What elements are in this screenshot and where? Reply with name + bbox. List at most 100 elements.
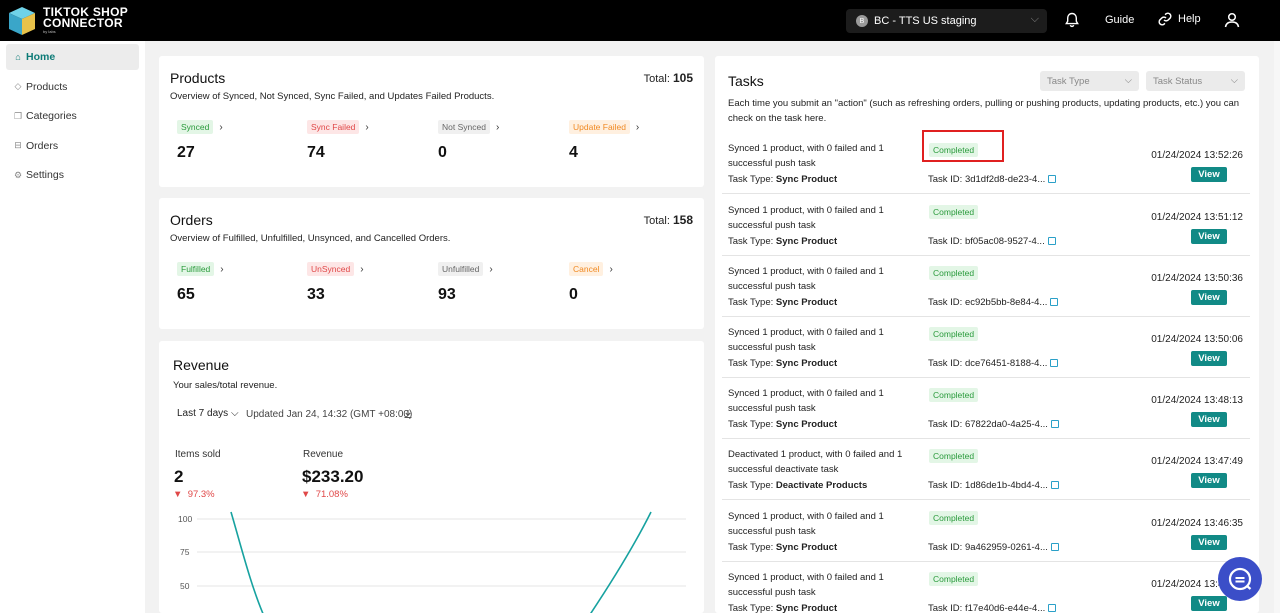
status-badge: Synced bbox=[177, 120, 214, 134]
chevron-down-icon: ⌵ bbox=[1030, 13, 1039, 25]
task-id: Task ID: bf05ac08-9527-4... bbox=[928, 236, 1056, 247]
task-date: 01/24/2024 13:50:36 bbox=[1151, 273, 1243, 284]
date-range-select[interactable]: Last 7 days ⌵ bbox=[177, 408, 239, 419]
task-status-filter[interactable]: Task Status ⌵ bbox=[1146, 71, 1245, 91]
task-desc: Synced 1 product, with 0 failed and 1 su… bbox=[728, 266, 884, 292]
copy-icon[interactable] bbox=[1050, 481, 1059, 489]
sidebar-item-categories[interactable]: ❐ Categories bbox=[6, 103, 139, 129]
task-row: Synced 1 product, with 0 failed and 1 su… bbox=[722, 501, 1250, 562]
task-desc: Synced 1 product, with 0 failed and 1 su… bbox=[728, 388, 884, 414]
help-label: Help bbox=[1178, 13, 1201, 25]
chevron-down-icon: ⌵ bbox=[1230, 75, 1238, 86]
stat-value: 74 bbox=[307, 144, 325, 161]
revenue-chart: 100 75 50 bbox=[178, 511, 686, 613]
brand-line2: CONNECTOR bbox=[43, 15, 123, 30]
stat-value: 4 bbox=[569, 144, 578, 161]
status-badge: Completed bbox=[929, 205, 979, 219]
status-badge: Not Synced bbox=[438, 120, 490, 134]
y-tick: 50 bbox=[180, 581, 190, 591]
copy-icon[interactable] bbox=[1048, 604, 1057, 612]
task-date: 01/24/2024 13:50:06 bbox=[1151, 334, 1243, 345]
stat-fulfilled[interactable]: Fulfilled › 65 bbox=[177, 261, 224, 304]
view-button[interactable]: View bbox=[1191, 473, 1227, 488]
task-desc: Synced 1 product, with 0 failed and 1 su… bbox=[728, 511, 884, 537]
view-button[interactable]: View bbox=[1191, 351, 1227, 366]
stat-update-failed[interactable]: Update Failed › 4 bbox=[569, 119, 639, 162]
revenue-line bbox=[230, 511, 264, 613]
sidebar-item-products[interactable]: ◇ Products bbox=[6, 74, 139, 100]
stat-unsynced[interactable]: UnSynced › 33 bbox=[307, 261, 364, 304]
task-row: Synced 1 product, with 0 failed and 1 su… bbox=[722, 256, 1250, 317]
revenue-change: ▼ 71.08% bbox=[301, 489, 348, 500]
stat-unfulfilled[interactable]: Unfulfilled › 93 bbox=[438, 261, 493, 304]
status-badge: Completed bbox=[929, 327, 979, 341]
task-id: Task ID: f17e40d6-e44e-4... bbox=[928, 603, 1057, 613]
view-button[interactable]: View bbox=[1191, 167, 1227, 182]
revenue-title: Revenue bbox=[173, 357, 230, 373]
tasks-desc: Each time you submit an "action" (such a… bbox=[728, 98, 1240, 124]
task-type: Task Type: Sync Product bbox=[728, 603, 838, 613]
view-button[interactable]: View bbox=[1191, 412, 1227, 427]
bell-icon[interactable] bbox=[1064, 12, 1080, 28]
task-id: Task ID: 67822da0-4a25-4... bbox=[928, 419, 1059, 430]
sidebar-item-settings[interactable]: ⚙ Settings bbox=[6, 162, 139, 188]
help-link[interactable]: Help bbox=[1158, 12, 1201, 26]
sidebar-item-orders[interactable]: ⊟ Orders bbox=[6, 133, 139, 159]
copy-icon[interactable] bbox=[1050, 359, 1059, 367]
sidebar-item-home[interactable]: ⌂ Home bbox=[6, 44, 139, 70]
task-desc: Synced 1 product, with 0 failed and 1 su… bbox=[728, 572, 884, 598]
user-icon[interactable] bbox=[1224, 12, 1240, 31]
download-icon[interactable] bbox=[403, 408, 413, 422]
view-button[interactable]: View bbox=[1191, 290, 1227, 305]
brand-logo[interactable]: TIKTOK SHOP CONNECTOR by labs bbox=[5, 5, 128, 37]
status-badge: Completed bbox=[929, 449, 979, 463]
sidebar-item-label: Categories bbox=[26, 110, 77, 122]
task-date: 01/24/2024 13:46:35 bbox=[1151, 518, 1243, 529]
task-row: Synced 1 product, with 0 failed and 1 su… bbox=[722, 195, 1250, 256]
chevron-right-icon: › bbox=[219, 122, 223, 133]
stat-value: 33 bbox=[307, 286, 325, 303]
stat-sync-failed[interactable]: Sync Failed › 74 bbox=[307, 119, 369, 162]
products-card: Products Total: 105 Overview of Synced, … bbox=[159, 56, 704, 187]
logo-mark-icon bbox=[5, 5, 39, 37]
chat-icon bbox=[1228, 567, 1252, 591]
view-button[interactable]: View bbox=[1191, 535, 1227, 550]
task-row: Synced 1 product, with 0 failed and 1 su… bbox=[722, 562, 1250, 613]
task-date: 01/24/2024 13:48:13 bbox=[1151, 395, 1243, 406]
view-button[interactable]: View bbox=[1191, 229, 1227, 244]
task-row: Deactivated 1 product, with 0 failed and… bbox=[722, 439, 1250, 500]
highlight-box bbox=[922, 130, 1004, 162]
down-triangle-icon: ▼ bbox=[173, 489, 183, 500]
gear-icon: ⚙ bbox=[13, 169, 23, 180]
copy-icon[interactable] bbox=[1047, 237, 1056, 245]
stat-cancel[interactable]: Cancel › 0 bbox=[569, 261, 613, 304]
sidebar-item-label: Products bbox=[26, 80, 68, 93]
stat-not-synced[interactable]: Not Synced › 0 bbox=[438, 119, 499, 162]
task-type-filter[interactable]: Task Type ⌵ bbox=[1040, 71, 1139, 91]
updated-text: Updated Jan 24, 14:32 (GMT +08:00) bbox=[246, 409, 413, 420]
chat-button[interactable] bbox=[1218, 557, 1262, 601]
view-button[interactable]: View bbox=[1191, 596, 1227, 611]
chevron-right-icon: › bbox=[495, 122, 500, 133]
task-type: Task Type: Sync Product bbox=[728, 419, 838, 430]
task-date: 01/24/2024 13:47:49 bbox=[1151, 456, 1243, 467]
task-row: Synced 1 product, with 0 failed and 1 su… bbox=[722, 378, 1250, 439]
scrollbar[interactable] bbox=[1274, 41, 1280, 613]
tag-icon: ◇ bbox=[14, 81, 22, 91]
store-select[interactable]: B BC - TTS US staging ⌵ bbox=[846, 9, 1047, 33]
status-badge: Update Failed bbox=[569, 120, 630, 134]
copy-icon[interactable] bbox=[1050, 420, 1059, 428]
sidebar-item-label: Home bbox=[26, 51, 56, 63]
status-badge: Completed bbox=[929, 511, 979, 525]
status-badge: Unfulfilled bbox=[438, 262, 484, 276]
stat-synced[interactable]: Synced › 27 bbox=[177, 119, 223, 162]
stat-value: 27 bbox=[177, 144, 195, 161]
copy-icon[interactable] bbox=[1050, 543, 1059, 551]
copy-icon[interactable] bbox=[1050, 298, 1059, 306]
guide-link[interactable]: Guide bbox=[1105, 14, 1134, 26]
items-sold-change: ▼ 97.3% bbox=[173, 489, 215, 500]
stat-value: 93 bbox=[438, 286, 456, 303]
orders-desc: Overview of Fulfilled, Unfulfilled, Unsy… bbox=[170, 233, 451, 244]
copy-icon[interactable] bbox=[1048, 175, 1057, 183]
task-type: Task Type: Sync Product bbox=[728, 236, 838, 247]
